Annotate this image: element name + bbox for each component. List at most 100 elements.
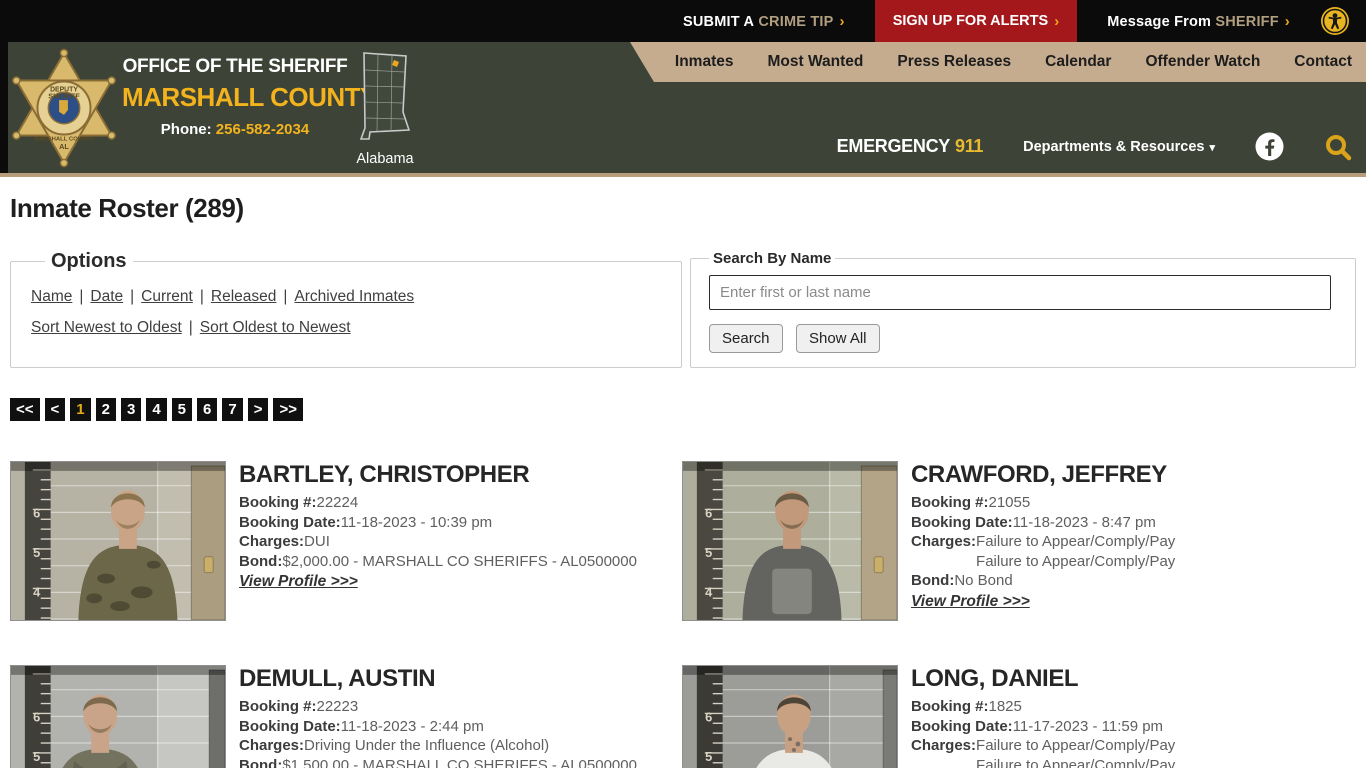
page-button[interactable]: << bbox=[10, 398, 40, 421]
logo-text-block[interactable]: OFFICE OF THE SHERIFF MARSHALL COUNTY Ph… bbox=[122, 56, 377, 138]
svg-text:6: 6 bbox=[33, 709, 40, 724]
charges-line: Charges:DUI bbox=[239, 533, 330, 550]
submit-crime-tip-link[interactable]: SUBMIT A CRIME TIP › bbox=[683, 13, 845, 30]
search-legend: Search By Name bbox=[713, 250, 832, 267]
show-all-button[interactable]: Show All bbox=[795, 324, 880, 353]
sheriff-badge-logo: DEPUTY SHERIFF MARSHALL COUNTY AL bbox=[12, 48, 116, 168]
option-link-name[interactable]: Name bbox=[31, 288, 72, 305]
message-highlight: SHERIFF bbox=[1215, 13, 1279, 30]
booking-date-line: Booking Date:11-17-2023 - 11:59 pm bbox=[911, 717, 1164, 735]
inmate-info: BARTLEY, CHRISTOPHER Booking #:22224 Booki… bbox=[239, 461, 637, 621]
options-legend: Options bbox=[51, 250, 127, 272]
search-fieldset: Search By Name Search Show All bbox=[690, 250, 1356, 368]
inmate-name[interactable]: DEMULL, AUSTIN bbox=[239, 665, 637, 693]
svg-text:5: 5 bbox=[33, 749, 40, 764]
message-from-sheriff-link[interactable]: Message From SHERIFF › bbox=[1107, 13, 1290, 30]
top-utility-bar: SUBMIT A CRIME TIP › SIGN UP FOR ALERTS › … bbox=[0, 0, 1366, 42]
inmate-info: DEMULL, AUSTIN Booking #:22223 Booking Dat… bbox=[239, 665, 637, 768]
departments-dropdown[interactable]: Departments & Resources ▾ bbox=[1023, 139, 1215, 155]
page-button[interactable]: 4 bbox=[146, 398, 167, 421]
emergency-text: EMERGENCY 911 bbox=[836, 136, 984, 157]
separator: | bbox=[188, 319, 193, 336]
emergency-number: 911 bbox=[955, 136, 984, 156]
alabama-map-icon bbox=[359, 52, 411, 140]
inmate-name[interactable]: LONG, DANIEL bbox=[911, 665, 1175, 693]
page-button[interactable]: 6 bbox=[197, 398, 218, 421]
nav-item-most-wanted[interactable]: Most Wanted bbox=[767, 53, 863, 71]
booking-date-line: Booking Date:11-18-2023 - 2:44 pm bbox=[239, 717, 484, 735]
inmate-name[interactable]: BARTLEY, CHRISTOPHER bbox=[239, 461, 637, 489]
view-profile-link[interactable]: View Profile >>> bbox=[239, 573, 358, 591]
state-label: Alabama bbox=[356, 151, 414, 167]
inmate-cards: 6 5 4 BARTLEY, CHRISTOPHER Booking #:22224 Bo… bbox=[10, 461, 1356, 768]
nav-item-press-releases[interactable]: Press Releases bbox=[897, 53, 1011, 71]
page-button[interactable]: 1 bbox=[70, 398, 91, 421]
signup-alerts-button[interactable]: SIGN UP FOR ALERTS › bbox=[874, 0, 1078, 42]
facebook-icon[interactable] bbox=[1255, 132, 1284, 161]
nav-item-offender-watch[interactable]: Offender Watch bbox=[1145, 53, 1260, 71]
page-button[interactable]: < bbox=[44, 398, 66, 421]
chevron-right-icon: › bbox=[1284, 12, 1290, 30]
option-link-date[interactable]: Date bbox=[90, 288, 123, 305]
mugshot-photo[interactable]: 654 bbox=[682, 461, 898, 621]
page-button[interactable]: >> bbox=[273, 398, 303, 421]
sort-links-row: Sort Newest to Oldest | Sort Oldest to New… bbox=[31, 319, 661, 337]
chevron-right-icon: › bbox=[1054, 12, 1060, 30]
emergency-label: EMERGENCY bbox=[836, 136, 951, 156]
mugshot-photo[interactable]: 654 bbox=[10, 665, 226, 768]
separator: | bbox=[79, 288, 84, 305]
page-button[interactable]: 7 bbox=[222, 398, 243, 421]
nav-item-inmates[interactable]: Inmates bbox=[675, 53, 734, 71]
inmate-card: 6 5 4 BARTLEY, CHRISTOPHER Booking #:22224 Bo… bbox=[10, 461, 682, 621]
accessibility-icon[interactable] bbox=[1320, 6, 1350, 36]
svg-text:5: 5 bbox=[705, 749, 712, 764]
booking-number-line: Booking #:22223 bbox=[239, 698, 359, 715]
booking-number-line: Booking #:21055 bbox=[911, 494, 1031, 511]
main-content: Inmate Roster (289) Options Name | Date | Cu… bbox=[0, 193, 1366, 768]
page-title: Inmate Roster (289) bbox=[10, 193, 244, 223]
search-icon[interactable] bbox=[1324, 133, 1352, 161]
option-link-released[interactable]: Released bbox=[211, 288, 277, 305]
nav-item-calendar[interactable]: Calendar bbox=[1045, 53, 1111, 71]
mugshot-photo[interactable]: 654 bbox=[682, 665, 898, 768]
view-profile-link[interactable]: View Profile >>> bbox=[911, 593, 1030, 611]
submit-highlight: CRIME TIP bbox=[758, 13, 834, 30]
submit-prefix: SUBMIT A bbox=[683, 13, 755, 30]
option-link-sort-newest-to-oldest[interactable]: Sort Newest to Oldest bbox=[31, 319, 182, 336]
inmate-card: 6 5 4 CRAWFORD, JEFFREY Booking #:21055 Booki… bbox=[682, 461, 1354, 621]
alerts-label: SIGN UP FOR ALERTS bbox=[892, 13, 1049, 29]
search-buttons-row: Search Show All bbox=[709, 324, 1331, 353]
booking-date-line: Booking Date:11-18-2023 - 8:47 pm bbox=[911, 513, 1156, 531]
svg-text:4: 4 bbox=[705, 584, 713, 599]
search-input[interactable] bbox=[709, 275, 1331, 310]
chevron-right-icon: › bbox=[839, 12, 845, 30]
phone-label: Phone: bbox=[160, 121, 212, 138]
mugshot-photo[interactable]: 654 bbox=[10, 461, 226, 621]
panels-row: Options Name | Date | Current | Released | Archi… bbox=[10, 250, 1356, 368]
header-utility-row: EMERGENCY 911 Departments & Resources ▾ bbox=[837, 132, 1366, 161]
option-link-current[interactable]: Current bbox=[141, 288, 193, 305]
charges-line: Charges:Failure to Appear/Comply/Pay bbox=[911, 737, 1176, 754]
bond-line: Bond:$1,500.00 - MARSHALL CO SHERIFFS - … bbox=[239, 756, 637, 768]
separator: | bbox=[283, 288, 288, 305]
svg-text:6: 6 bbox=[705, 709, 712, 724]
nav-item-contact[interactable]: Contact bbox=[1294, 53, 1352, 71]
office-title: OFFICE OF THE SHERIFF bbox=[122, 56, 348, 77]
inmate-name[interactable]: CRAWFORD, JEFFREY bbox=[911, 461, 1175, 489]
site-header: DEPUTY SHERIFF MARSHALL COUNTY AL OFFICE… bbox=[0, 42, 1366, 177]
option-link-sort-oldest-to-newest[interactable]: Sort Oldest to Newest bbox=[200, 319, 351, 336]
page-button[interactable]: > bbox=[247, 398, 269, 421]
page-button[interactable]: 5 bbox=[171, 398, 193, 421]
separator: | bbox=[130, 288, 135, 305]
page-button[interactable]: 3 bbox=[120, 398, 142, 421]
inmate-card: 654LONG, DANIELBooking #:1825Booking Dat… bbox=[682, 665, 1354, 768]
booking-number-line: Booking #:22224 bbox=[239, 494, 359, 511]
badge-text-al: AL bbox=[59, 142, 69, 151]
search-button[interactable]: Search bbox=[709, 324, 783, 353]
state-map-block: Alabama bbox=[352, 50, 418, 167]
separator: | bbox=[199, 288, 204, 305]
inmate-card: 654DEMULL, AUSTINBooking #:22223Booking … bbox=[10, 665, 682, 768]
booking-date-line: Booking Date:11-18-2023 - 10:39 pm bbox=[239, 513, 493, 531]
page-button[interactable]: 2 bbox=[95, 398, 116, 421]
option-link-archived-inmates[interactable]: Archived Inmates bbox=[294, 288, 414, 305]
